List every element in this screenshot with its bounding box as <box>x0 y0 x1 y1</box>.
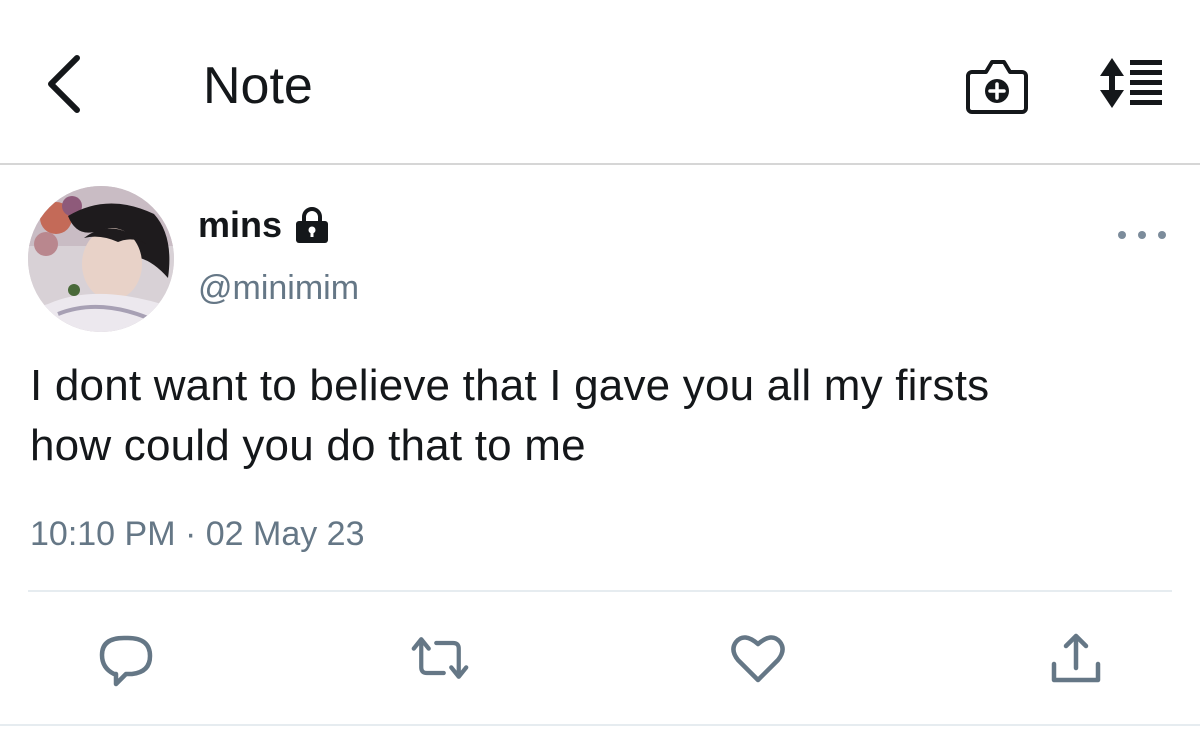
sort-button[interactable] <box>1094 52 1170 118</box>
camera-button[interactable] <box>962 54 1032 120</box>
action-bar <box>0 620 1200 696</box>
display-name[interactable]: mins <box>198 203 282 247</box>
avatar-image <box>28 186 174 332</box>
share-icon <box>1051 633 1101 683</box>
share-button[interactable] <box>1046 628 1106 688</box>
back-button[interactable] <box>30 48 96 120</box>
top-bar: Note <box>0 0 1200 165</box>
tweet-text: I dont want to believe that I gave you a… <box>30 356 1190 476</box>
user-handle[interactable]: @minimim <box>198 266 359 310</box>
tweet-text-line: how could you do that to me <box>30 421 586 470</box>
tweet-text-line: I dont want to believe that I gave you a… <box>30 361 990 410</box>
like-button[interactable] <box>728 628 788 688</box>
sort-list-icon <box>1100 58 1162 108</box>
chevron-left-icon <box>48 55 80 113</box>
divider <box>28 590 1172 592</box>
reply-button[interactable] <box>96 628 156 688</box>
tweet-timestamp[interactable]: 10:10 PM · 02 May 23 <box>30 512 365 556</box>
lock-icon <box>296 207 329 243</box>
more-dot <box>1158 231 1166 239</box>
display-name-row[interactable]: mins <box>198 203 332 247</box>
more-dot <box>1138 231 1146 239</box>
retweet-button[interactable] <box>410 628 470 688</box>
more-options-button[interactable] <box>1118 218 1166 252</box>
retweet-icon <box>411 637 469 679</box>
camera-plus-icon <box>966 60 1028 114</box>
reply-icon <box>99 635 153 687</box>
heart-icon <box>731 635 785 683</box>
page-title: Note <box>203 57 313 115</box>
avatar[interactable] <box>28 186 174 332</box>
more-horizontal-icon <box>1118 231 1126 239</box>
divider <box>0 724 1200 726</box>
